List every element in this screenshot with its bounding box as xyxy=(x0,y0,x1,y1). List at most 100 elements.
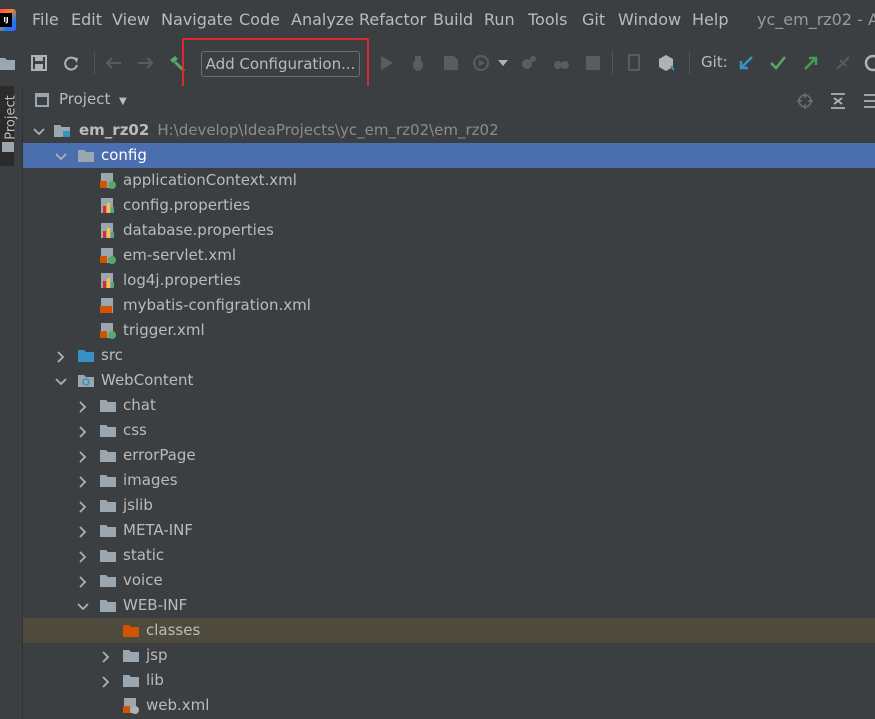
save-all-icon[interactable] xyxy=(30,54,48,72)
attach-debugger-icon[interactable] xyxy=(520,54,538,72)
tree-row-folder[interactable]: chat xyxy=(23,393,875,418)
stop-icon[interactable] xyxy=(584,54,602,72)
tree-row-webinf[interactable]: WEB-INF xyxy=(23,593,875,618)
tree-row-file[interactable]: web.xml xyxy=(23,693,875,718)
chevron-right-icon[interactable] xyxy=(77,574,89,588)
file-label: applicationContext.xml xyxy=(123,171,297,189)
menu-navigate[interactable]: Navigate xyxy=(161,10,233,30)
spring-xml-icon xyxy=(100,173,116,189)
tree-row-config[interactable]: config xyxy=(23,143,875,168)
chevron-down-icon[interactable] xyxy=(77,599,89,611)
tree-row-folder[interactable]: META-INF xyxy=(23,518,875,543)
menu-edit[interactable]: Edit xyxy=(71,10,102,30)
run-icon[interactable] xyxy=(378,54,396,72)
collapse-all-icon[interactable] xyxy=(863,93,875,109)
device-manager-icon[interactable] xyxy=(626,54,644,72)
folder-label: errorPage xyxy=(123,446,196,464)
tree-row-folder[interactable]: errorPage xyxy=(23,443,875,468)
tree-row-folder[interactable]: voice xyxy=(23,568,875,593)
tree-row-webcontent[interactable]: WebContent xyxy=(23,368,875,393)
folder-label: images xyxy=(123,471,178,489)
chevron-down-icon[interactable] xyxy=(55,374,67,386)
tree-row-file[interactable]: em-servlet.xml xyxy=(23,243,875,268)
tree-row-folder[interactable]: jsp xyxy=(23,643,875,668)
tree-row-folder[interactable]: static xyxy=(23,543,875,568)
folder-icon xyxy=(100,523,116,538)
tree-row-folder[interactable]: jslib xyxy=(23,493,875,518)
chevron-right-icon[interactable] xyxy=(77,524,89,538)
git-push-icon[interactable] xyxy=(802,54,820,72)
git-history-icon[interactable] xyxy=(834,54,852,72)
run-with-coverage-icon[interactable] xyxy=(442,54,460,72)
folder-icon xyxy=(2,142,14,152)
chevron-right-icon[interactable] xyxy=(77,399,89,413)
menu-code[interactable]: Code xyxy=(239,10,280,30)
chevron-right-icon[interactable] xyxy=(77,449,89,463)
chevron-right-icon[interactable] xyxy=(77,549,89,563)
chevron-right-icon[interactable] xyxy=(77,474,89,488)
git-commit-icon[interactable] xyxy=(769,54,787,72)
folder-icon xyxy=(100,473,116,488)
window-title: yc_em_rz02 - Adr xyxy=(757,10,875,29)
profile-icon[interactable] xyxy=(473,54,491,72)
chevron-right-icon[interactable] xyxy=(100,674,112,688)
menu-window[interactable]: Window xyxy=(618,10,681,30)
menu-view[interactable]: View xyxy=(112,10,150,30)
tree-row-folder[interactable]: css xyxy=(23,418,875,443)
back-arrow-icon[interactable] xyxy=(104,54,122,72)
open-folder-icon[interactable] xyxy=(0,54,16,72)
highlight-box xyxy=(182,38,369,90)
show-running-icon[interactable] xyxy=(552,54,570,72)
excluded-folder-icon xyxy=(123,623,139,638)
chevron-down-icon[interactable] xyxy=(55,149,67,161)
folder-label: css xyxy=(123,421,147,439)
tree-row-file[interactable]: mybatis-configration.xml xyxy=(23,293,875,318)
forward-arrow-icon[interactable] xyxy=(137,54,155,72)
spring-xml-icon xyxy=(100,248,116,264)
panel-title[interactable]: Project xyxy=(59,90,110,108)
git-rollback-icon[interactable] xyxy=(864,54,875,72)
debug-icon[interactable] xyxy=(409,54,427,72)
tree-row-src[interactable]: src xyxy=(23,343,875,368)
chevron-right-icon[interactable] xyxy=(77,499,89,513)
menu-analyze[interactable]: Analyze xyxy=(291,10,354,30)
tree-row-file[interactable]: config.properties xyxy=(23,193,875,218)
chevron-down-icon[interactable]: ▼ xyxy=(119,96,127,107)
file-label: config.properties xyxy=(123,196,251,214)
tree-row-file[interactable]: applicationContext.xml xyxy=(23,168,875,193)
module-folder-icon xyxy=(54,123,70,138)
folder-label: classes xyxy=(146,621,201,639)
sdk-manager-icon[interactable] xyxy=(657,54,675,72)
chevron-right-icon[interactable] xyxy=(77,424,89,438)
folder-icon xyxy=(100,423,116,438)
menu-file[interactable]: File xyxy=(32,10,59,30)
tree-row-folder[interactable]: images xyxy=(23,468,875,493)
tree-row-classes[interactable]: classes xyxy=(23,618,875,643)
root-label: em_rz02 H:\develop\IdeaProjects\yc_em_rz0… xyxy=(79,120,499,140)
chevron-right-icon[interactable] xyxy=(55,349,67,363)
tree-row-file[interactable]: trigger.xml xyxy=(23,318,875,343)
locate-icon[interactable] xyxy=(797,93,813,109)
tree-row-folder[interactable]: lib xyxy=(23,668,875,693)
project-stripe-label[interactable]: Project xyxy=(4,93,19,143)
synchronize-icon[interactable] xyxy=(62,54,80,72)
chevron-down-icon[interactable] xyxy=(494,54,512,72)
menu-help[interactable]: Help xyxy=(692,10,728,30)
menu-build[interactable]: Build xyxy=(433,10,473,30)
chevron-right-icon[interactable] xyxy=(100,649,112,663)
menu-tools[interactable]: Tools xyxy=(528,10,567,30)
tree-row-file[interactable]: log4j.properties xyxy=(23,268,875,293)
folder-label: chat xyxy=(123,396,156,414)
chevron-down-icon[interactable] xyxy=(33,124,45,136)
tree-row-root[interactable]: em_rz02 H:\develop\IdeaProjects\yc_em_rz0… xyxy=(23,118,875,143)
menu-run[interactable]: Run xyxy=(484,10,515,30)
menu-git[interactable]: Git xyxy=(582,10,605,30)
file-label: database.properties xyxy=(123,221,274,239)
tree-row-file[interactable]: database.properties xyxy=(23,218,875,243)
expand-all-icon[interactable] xyxy=(830,93,846,109)
menu-refactor[interactable]: Refactor xyxy=(359,10,426,30)
main-toolbar: Add Configuration... Git: xyxy=(0,40,875,86)
git-update-icon[interactable] xyxy=(737,54,755,72)
menu-bar: IJ File Edit View Navigate Code Analyze … xyxy=(0,0,875,40)
toolbar-separator xyxy=(94,52,95,74)
